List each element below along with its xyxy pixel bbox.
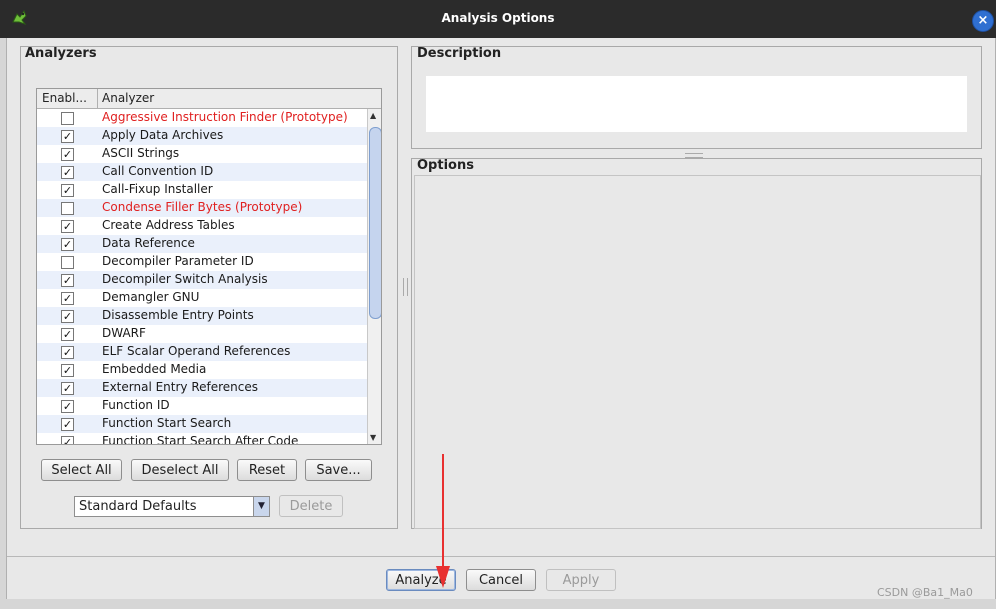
analyzers-title: Analyzers	[25, 46, 97, 61]
red-arrow-annotation	[436, 454, 450, 588]
analyzer-name: Call Convention ID	[102, 164, 214, 178]
table-row[interactable]: ✓ ASCII Strings	[37, 145, 367, 163]
table-row[interactable]: ✓ Function Start Search	[37, 415, 367, 433]
analyzer-name: Call-Fixup Installer	[102, 182, 213, 196]
enabled-checkbox[interactable]: ✓	[61, 310, 74, 323]
enabled-checkbox[interactable]: ✓	[61, 274, 74, 287]
analyzer-name: Disassemble Entry Points	[102, 308, 254, 322]
reset-button[interactable]: Reset	[237, 459, 297, 481]
profile-select-value: Standard Defaults	[79, 499, 197, 514]
enabled-checkbox[interactable]: ✓	[61, 166, 74, 179]
analysis-options-dialog: Analyzers Enabl... Analyzer Aggressive I…	[6, 38, 996, 599]
enabled-checkbox[interactable]: ✓	[61, 292, 74, 305]
enabled-checkbox[interactable]: ✓	[61, 184, 74, 197]
options-title: Options	[417, 158, 474, 173]
enabled-checkbox[interactable]: ✓	[61, 220, 74, 233]
delete-button[interactable]: Delete	[279, 495, 343, 517]
table-header: Enabl... Analyzer	[37, 89, 381, 109]
column-header-enabled[interactable]: Enabl...	[42, 91, 87, 105]
enabled-checkbox[interactable]: ✓	[61, 238, 74, 251]
enabled-checkbox[interactable]: ✓	[61, 148, 74, 161]
title-bar: Analysis Options ×	[0, 0, 996, 38]
save-button[interactable]: Save...	[305, 459, 372, 481]
analyzer-name: Data Reference	[102, 236, 195, 250]
analyzer-name: ELF Scalar Operand References	[102, 344, 291, 358]
enabled-checkbox[interactable]: ✓	[61, 364, 74, 377]
window-title: Analysis Options	[441, 11, 555, 25]
profile-select[interactable]: Standard Defaults ▼	[74, 496, 270, 517]
enabled-checkbox[interactable]: ✓	[61, 328, 74, 341]
table-row[interactable]: ✓ Function Start Search After Code	[37, 433, 367, 444]
enabled-checkbox[interactable]	[61, 112, 74, 125]
watermark: CSDN @Ba1_Ma0	[877, 586, 973, 599]
analyzer-name: Condense Filler Bytes (Prototype)	[102, 200, 303, 214]
table-row[interactable]: ✓ Call-Fixup Installer	[37, 181, 367, 199]
cancel-button[interactable]: Cancel	[466, 569, 536, 591]
scroll-down-icon[interactable]: ▼	[370, 433, 376, 442]
table-row[interactable]: ✓ Apply Data Archives	[37, 127, 367, 145]
options-area	[414, 175, 981, 529]
apply-button-label: Apply	[562, 573, 600, 588]
analyzer-name: Demangler GNU	[102, 290, 200, 304]
splitter-grip-icon[interactable]	[403, 278, 408, 296]
vertical-scrollbar[interactable]: ▲ ▼	[367, 109, 381, 444]
description-title: Description	[417, 46, 502, 61]
table-row[interactable]: ✓ Decompiler Switch Analysis	[37, 271, 367, 289]
table-row[interactable]: Decompiler Parameter ID	[37, 253, 367, 271]
table-row[interactable]: ✓ Disassemble Entry Points	[37, 307, 367, 325]
analyzer-name: ASCII Strings	[102, 146, 180, 160]
select-all-button[interactable]: Select All	[41, 459, 122, 481]
enabled-checkbox[interactable]	[61, 256, 74, 269]
enabled-checkbox[interactable]	[61, 202, 74, 215]
description-box	[426, 76, 967, 132]
analyzers-table: Enabl... Analyzer Aggressive Instruction…	[36, 88, 382, 445]
table-row[interactable]: Condense Filler Bytes (Prototype)	[37, 199, 367, 217]
analyzer-name: Create Address Tables	[102, 218, 235, 232]
enabled-checkbox[interactable]: ✓	[61, 400, 74, 413]
table-row[interactable]: ✓ Function ID	[37, 397, 367, 415]
chevron-down-icon[interactable]: ▼	[253, 497, 269, 516]
table-row[interactable]: ✓ Create Address Tables	[37, 217, 367, 235]
deselect-all-button[interactable]: Deselect All	[131, 459, 229, 481]
analyzer-name: DWARF	[102, 326, 146, 340]
analyzer-rows: Aggressive Instruction Finder (Prototype…	[37, 109, 367, 444]
table-row[interactable]: ✓ ELF Scalar Operand References	[37, 343, 367, 361]
enabled-checkbox[interactable]: ✓	[61, 418, 74, 431]
table-row[interactable]: ✓ Embedded Media	[37, 361, 367, 379]
table-row[interactable]: ✓ External Entry References	[37, 379, 367, 397]
table-row[interactable]: Aggressive Instruction Finder (Prototype…	[37, 109, 367, 127]
table-row[interactable]: ✓ Demangler GNU	[37, 289, 367, 307]
options-panel: Options	[411, 158, 982, 529]
apply-button[interactable]: Apply	[546, 569, 616, 591]
scroll-up-icon[interactable]: ▲	[370, 111, 376, 120]
cancel-button-label: Cancel	[478, 573, 524, 588]
analyzer-name: Embedded Media	[102, 362, 207, 376]
enabled-checkbox[interactable]: ✓	[61, 382, 74, 395]
scrollbar-thumb[interactable]	[369, 127, 381, 319]
analyzer-name: Decompiler Switch Analysis	[102, 272, 268, 286]
analyzer-name: External Entry References	[102, 380, 259, 394]
enabled-checkbox[interactable]: ✓	[61, 130, 74, 143]
close-icon[interactable]: ×	[972, 10, 994, 32]
analyzer-name: Aggressive Instruction Finder (Prototype…	[102, 110, 348, 124]
enabled-checkbox[interactable]: ✓	[61, 346, 74, 359]
enabled-checkbox[interactable]: ✓	[61, 436, 74, 444]
table-row[interactable]: ✓ Data Reference	[37, 235, 367, 253]
analyzer-name: Function Start Search	[102, 416, 232, 430]
table-row[interactable]: ✓ Call Convention ID	[37, 163, 367, 181]
analyzers-panel: Analyzers Enabl... Analyzer Aggressive I…	[20, 46, 398, 529]
description-panel: Description	[411, 46, 982, 149]
footer-divider	[7, 556, 995, 557]
analyzer-name: Function Start Search After Code	[102, 434, 299, 444]
analyzer-name: Function ID	[102, 398, 170, 412]
table-row[interactable]: ✓ DWARF	[37, 325, 367, 343]
analyzer-name: Decompiler Parameter ID	[102, 254, 254, 268]
analyzer-name: Apply Data Archives	[102, 128, 224, 142]
vertical-splitter[interactable]	[400, 38, 406, 556]
column-header-analyzer[interactable]: Analyzer	[102, 91, 154, 105]
